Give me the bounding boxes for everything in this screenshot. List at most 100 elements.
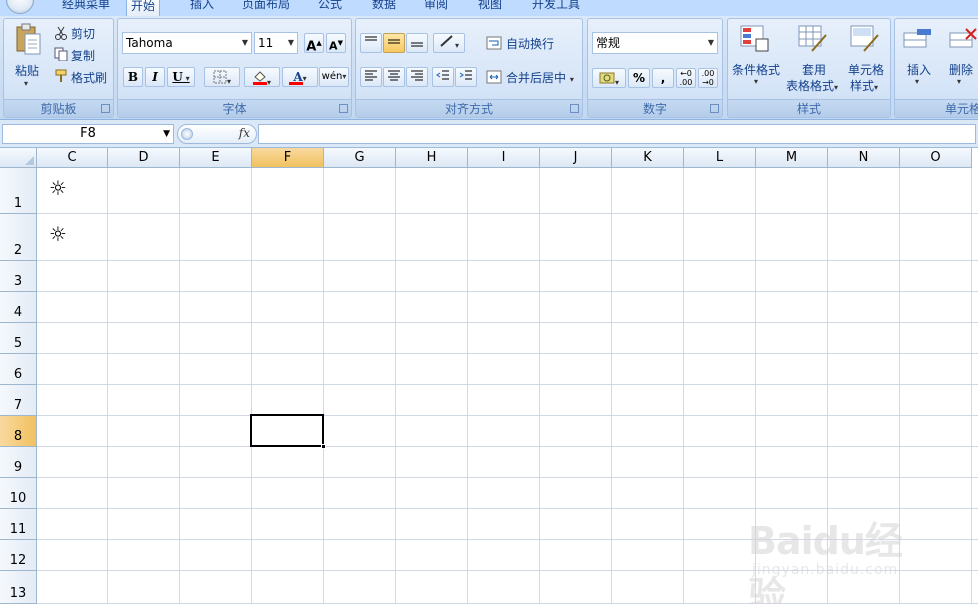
row-header-2[interactable]: 2 xyxy=(0,214,37,261)
tab-formulas[interactable]: 公式 xyxy=(314,0,346,16)
formula-input[interactable] xyxy=(258,124,976,144)
shrink-font-button[interactable]: A▼ xyxy=(326,33,346,53)
column-header-i[interactable]: I xyxy=(468,148,540,168)
cell-styles-label-1[interactable]: 单元格 xyxy=(848,61,884,78)
column-header-d[interactable]: D xyxy=(108,148,180,168)
row-header-10[interactable]: 10 xyxy=(0,478,37,509)
row-header-1[interactable]: 1 xyxy=(0,168,37,214)
chevron-down-icon[interactable]: ▾ xyxy=(303,74,307,83)
tab-developer[interactable]: 开发工具 xyxy=(528,0,584,16)
chevron-down-icon[interactable]: ▾ xyxy=(183,73,190,83)
paste-icon[interactable] xyxy=(14,23,42,57)
percent-button[interactable]: % xyxy=(628,68,650,88)
decrease-indent-button[interactable] xyxy=(432,67,454,87)
column-header-l[interactable]: L xyxy=(684,148,756,168)
conditional-format-button[interactable]: 条件格式 xyxy=(732,61,780,78)
format-painter-icon[interactable] xyxy=(54,69,68,83)
row-header-7[interactable]: 7 xyxy=(0,385,37,416)
row-header-9[interactable]: 9 xyxy=(0,447,37,478)
paste-dropdown-icon[interactable]: ▾ xyxy=(24,79,28,88)
align-top-button[interactable] xyxy=(360,33,382,53)
column-header-g[interactable]: G xyxy=(324,148,396,168)
insert-cells-icon[interactable] xyxy=(903,27,933,53)
chevron-down-icon[interactable]: ▾ xyxy=(227,77,231,86)
italic-button[interactable]: I xyxy=(145,67,165,87)
cell-styles-icon[interactable] xyxy=(850,25,880,53)
grow-font-button[interactable]: A▲ xyxy=(304,33,324,54)
align-right-button[interactable] xyxy=(406,67,428,87)
phonetic-guide-button[interactable]: wén▾ xyxy=(319,67,349,87)
row-header-4[interactable]: 4 xyxy=(0,292,37,323)
align-bottom-button[interactable] xyxy=(406,33,428,53)
font-size-combo[interactable]: 11 ▼ xyxy=(254,32,298,54)
orientation-button[interactable]: ▾ xyxy=(433,33,465,53)
chevron-down-icon[interactable]: ▾ xyxy=(834,83,838,92)
office-button[interactable] xyxy=(6,0,34,14)
merge-center-button[interactable]: 合并后居中 ▾ xyxy=(506,69,574,86)
font-name-combo[interactable]: Tahoma ▼ xyxy=(122,32,252,54)
delete-cells-icon[interactable] xyxy=(949,27,978,53)
alignment-dialog-launcher[interactable]: . xyxy=(570,104,579,113)
chevron-down-icon[interactable]: ▾ xyxy=(957,77,961,86)
align-left-button[interactable] xyxy=(360,67,382,87)
fill-color-button[interactable]: ▾ xyxy=(244,67,280,87)
column-header-o[interactable]: O xyxy=(900,148,972,168)
comma-style-button[interactable]: , xyxy=(652,68,674,88)
formula-bar-resize-handle[interactable] xyxy=(181,128,193,140)
underline-button[interactable]: U ▾ xyxy=(167,67,195,87)
row-header-12[interactable]: 12 xyxy=(0,540,37,571)
function-wizard[interactable]: fx xyxy=(177,124,257,144)
format-as-table-button[interactable]: 表格格式▾ xyxy=(786,77,838,94)
conditional-format-icon[interactable] xyxy=(740,25,770,53)
format-as-table-label-1[interactable]: 套用 xyxy=(802,61,826,78)
row-header-13[interactable]: 13 xyxy=(0,571,37,604)
bold-button[interactable]: B xyxy=(123,67,143,87)
copy-button[interactable]: 复制 xyxy=(71,47,95,64)
column-header-n[interactable]: N xyxy=(828,148,900,168)
row-header-3[interactable]: 3 xyxy=(0,261,37,292)
merge-center-icon[interactable] xyxy=(486,69,502,85)
cell-styles-button[interactable]: 样式▾ xyxy=(850,77,878,94)
tab-home[interactable]: 开始 xyxy=(126,0,161,17)
column-header-c[interactable]: C xyxy=(37,148,108,168)
column-header-f[interactable]: F xyxy=(252,148,324,168)
currency-button[interactable]: ▾ xyxy=(592,68,626,88)
cut-button[interactable]: 剪切 xyxy=(71,25,95,42)
format-painter-button[interactable]: 格式刷 xyxy=(71,69,107,86)
tab-insert[interactable]: 插入 xyxy=(186,0,218,16)
row-header-6[interactable]: 6 xyxy=(0,354,37,385)
name-box[interactable]: F8 ▼ xyxy=(2,124,174,144)
wrap-text-icon[interactable] xyxy=(486,35,502,51)
tab-classic-menu[interactable]: 经典菜单 xyxy=(58,0,114,16)
chevron-down-icon[interactable]: ▾ xyxy=(615,78,619,87)
chevron-down-icon[interactable]: ▾ xyxy=(342,72,346,81)
align-middle-button[interactable] xyxy=(383,33,405,53)
tab-review[interactable]: 审阅 xyxy=(420,0,452,16)
column-header-m[interactable]: M xyxy=(756,148,828,168)
decrease-decimal-button[interactable]: .00 →0 xyxy=(698,68,718,88)
chevron-down-icon[interactable]: ▾ xyxy=(570,75,574,84)
font-dialog-launcher[interactable]: . xyxy=(339,104,348,113)
tab-view[interactable]: 视图 xyxy=(474,0,506,16)
chevron-down-icon[interactable]: ▼ xyxy=(242,33,248,53)
chevron-down-icon[interactable]: ▾ xyxy=(267,78,271,87)
format-as-table-icon[interactable] xyxy=(798,25,828,53)
row-header-8[interactable]: 8 xyxy=(0,416,37,447)
increase-indent-button[interactable] xyxy=(455,67,477,87)
number-dialog-launcher[interactable]: . xyxy=(710,104,719,113)
select-all-button[interactable] xyxy=(0,148,37,168)
align-center-button[interactable] xyxy=(383,67,405,87)
borders-button[interactable]: ▾ xyxy=(204,67,240,87)
chevron-down-icon[interactable]: ▾ xyxy=(754,77,758,86)
row-header-11[interactable]: 11 xyxy=(0,509,37,540)
chevron-down-icon[interactable]: ▼ xyxy=(708,33,714,53)
column-header-e[interactable]: E xyxy=(180,148,252,168)
tab-data[interactable]: 数据 xyxy=(368,0,400,16)
active-cell-border[interactable] xyxy=(250,414,326,449)
number-format-combo[interactable]: 常规 ▼ xyxy=(592,32,718,54)
sun-icon[interactable]: ☼ xyxy=(49,222,67,246)
column-header-j[interactable]: J xyxy=(540,148,612,168)
chevron-down-icon[interactable]: ▾ xyxy=(874,83,878,92)
font-color-button[interactable]: A▾ xyxy=(282,67,318,87)
column-header-k[interactable]: K xyxy=(612,148,684,168)
